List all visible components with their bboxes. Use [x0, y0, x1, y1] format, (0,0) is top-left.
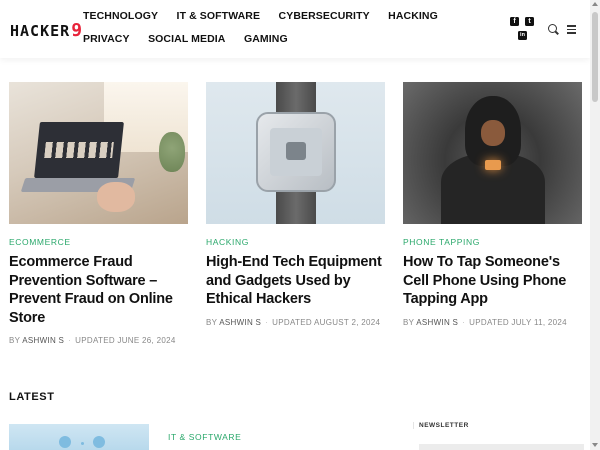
article-title[interactable]: How To Tap Someone's Cell Phone Using Ph… — [403, 253, 582, 309]
search-icon[interactable] — [548, 24, 557, 33]
newsletter-label: NEWSLETTER — [419, 422, 469, 429]
by-label: BY — [403, 317, 415, 327]
author-link[interactable]: ASHWIN S — [416, 318, 458, 327]
logo-accent: 9 — [71, 20, 84, 41]
scroll-up-arrow-icon[interactable] — [592, 2, 598, 6]
featured-card: PHONE TAPPING How To Tap Someone's Cell … — [403, 82, 582, 327]
author-link[interactable]: ASHWIN S — [22, 336, 64, 345]
category-label[interactable]: PHONE TAPPING — [403, 237, 582, 247]
hamburger-menu-icon[interactable] — [567, 25, 576, 36]
site-logo[interactable]: HACKER9 — [10, 20, 83, 41]
newsletter-input[interactable] — [419, 444, 584, 450]
logo-text: HACKER — [10, 22, 71, 40]
nav-item-cybersecurity[interactable]: CYBERSECURITY — [279, 5, 370, 28]
featured-image-phone-tapping[interactable] — [403, 82, 582, 224]
facebook-icon[interactable]: f — [510, 17, 519, 26]
updated-date: UPDATED JUNE 26, 2024 — [75, 336, 176, 345]
nav-item-technology[interactable]: TECHNOLOGY — [83, 5, 158, 28]
scroll-down-arrow-icon[interactable] — [592, 443, 598, 447]
scrollbar-thumb[interactable] — [592, 12, 598, 102]
linkedin-icon[interactable]: in — [518, 31, 527, 40]
nav-item-gaming[interactable]: GAMING — [244, 28, 288, 51]
article-title[interactable]: Ecommerce Fraud Prevention Software – Pr… — [9, 253, 188, 327]
latest-category-label[interactable]: IT & SOFTWARE — [168, 432, 241, 442]
featured-card: ECOMMERCE Ecommerce Fraud Prevention Sof… — [9, 82, 188, 345]
featured-image-ecommerce[interactable] — [9, 82, 188, 224]
updated-date: UPDATED AUGUST 2, 2024 — [272, 317, 381, 327]
article-meta: BY ASHWIN S · UPDATED JULY 11, 2024 — [403, 317, 567, 327]
nav-item-hacking[interactable]: HACKING — [388, 5, 438, 28]
latest-heading: LATEST — [9, 391, 55, 403]
nav-item-it-software[interactable]: IT & SOFTWARE — [177, 5, 261, 28]
site-header: HACKER9 TECHNOLOGY IT & SOFTWARE CYBERSE… — [0, 0, 590, 58]
category-label[interactable]: HACKING — [206, 237, 385, 247]
author-link[interactable]: ASHWIN S — [219, 318, 261, 327]
category-label[interactable]: ECOMMERCE — [9, 237, 188, 247]
latest-article-image[interactable] — [9, 424, 149, 450]
twitter-icon[interactable]: t — [525, 17, 534, 26]
featured-card: HACKING High-End Tech Equipment and Gadg… — [206, 82, 385, 327]
main-nav: TECHNOLOGY IT & SOFTWARE CYBERSECURITY H… — [83, 5, 493, 51]
article-meta: BY ASHWIN S · UPDATED JUNE 26, 2024 — [9, 336, 176, 345]
nav-item-privacy[interactable]: PRIVACY — [83, 28, 130, 51]
updated-date: UPDATED JULY 11, 2024 — [469, 317, 567, 327]
by-label: BY — [206, 317, 218, 327]
page-scrollbar[interactable] — [590, 0, 600, 450]
article-meta: BY ASHWIN S · UPDATED AUGUST 2, 2024 — [206, 317, 381, 327]
nav-item-social-media[interactable]: SOCIAL MEDIA — [148, 28, 225, 51]
newsletter-widget: NEWSLETTER — [413, 422, 584, 450]
by-label: BY — [9, 336, 21, 345]
featured-image-hacking[interactable] — [206, 82, 385, 224]
article-title[interactable]: High-End Tech Equipment and Gadgets Used… — [206, 253, 385, 309]
